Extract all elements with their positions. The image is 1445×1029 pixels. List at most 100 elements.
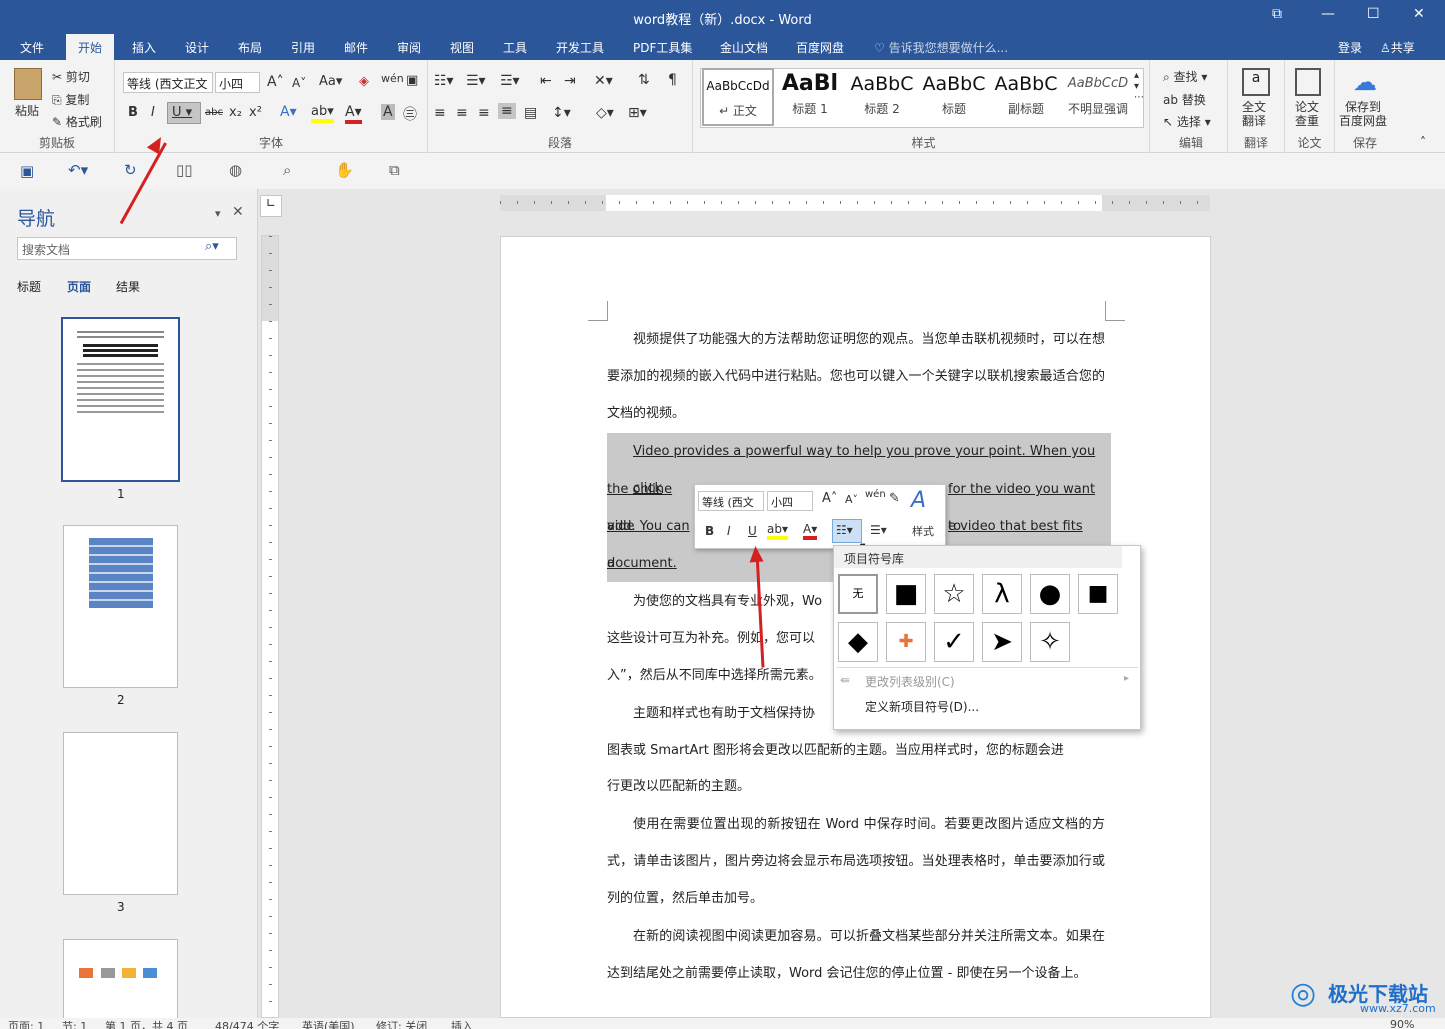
status-insert-mode[interactable]: 插入 [451,1018,473,1029]
paragraph-1[interactable]: 视频提供了功能强大的方法帮助您证明您的观点。当您单击联机视频时，可以在想要添加的… [607,321,1105,432]
undo-icon[interactable]: ↶▾ [68,161,88,179]
minimize-icon[interactable]: — [1321,6,1335,22]
redo-icon[interactable]: ↻ [124,161,137,179]
nav-search-icon[interactable]: ⌕▾ [205,239,219,254]
show-marks-icon[interactable]: ¶ [668,72,677,88]
tab-pdf[interactable]: PDF工具集 [633,39,692,56]
paste-button[interactable]: 粘贴 [15,102,39,119]
maximize-icon[interactable]: ☐ [1367,6,1380,22]
subscript-button[interactable]: x₂ [229,105,242,120]
translate-icon[interactable]: a [1242,68,1270,96]
nav-close-icon[interactable]: ✕ [232,204,244,220]
paragraph-5[interactable]: 使用在需要位置出现的新按钮在 Word 中保存时间。若要更改图片适应文档的方式，… [607,806,1105,917]
char-border-icon[interactable]: ▣ [406,73,418,88]
preview-icon[interactable]: ⌕ [283,161,291,179]
font-size-dropdown[interactable]: 小四 [215,72,260,93]
tab-developer[interactable]: 开发工具 [556,39,604,56]
multilevel-icon[interactable]: ☲▾ [500,73,520,89]
tab-file[interactable]: 文件 [20,39,44,56]
paragraph-3-line3[interactable]: 入”，然后从不同库中选择所需元素。 [607,657,832,694]
nav-tab-results[interactable]: 结果 [116,278,140,295]
mini-font-dropdown[interactable]: 等线 (西文 [698,491,764,511]
tab-review[interactable]: 审阅 [397,39,421,56]
status-language[interactable]: 英语(美国) [302,1018,355,1029]
numbering-icon[interactable]: ☰▾ [466,73,486,89]
status-page-of[interactable]: 第 1 页，共 4 页 [105,1018,188,1029]
save-icon[interactable]: ▣ [20,162,34,180]
tab-selector[interactable]: ∟ [260,195,282,217]
tab-layout[interactable]: 布局 [238,39,262,56]
styles-scroll-icon[interactable]: ▴ ▾ ⋯ [1134,70,1144,103]
shading-icon[interactable]: ◇▾ [596,105,614,121]
style-heading1[interactable]: AaBl 标题 1 [774,68,846,126]
strikethrough-button[interactable]: abc [205,107,223,118]
close-icon[interactable]: ✕ [1413,6,1425,22]
highlight-icon[interactable]: ab▾ [311,104,334,123]
share-button[interactable]: ♙共享 [1380,39,1415,56]
baidu-cloud-icon[interactable]: ☁ [1353,68,1381,96]
bullet-square-filled[interactable]: ■ [886,574,926,614]
sort-icon[interactable]: ⇅ [638,72,650,88]
line-spacing-icon[interactable]: ↕▾ [552,105,571,121]
nav-options-icon[interactable]: ▾ [215,207,221,220]
paper-check-button[interactable]: 论文 查重 [1295,100,1319,128]
tab-insert[interactable]: 插入 [132,39,156,56]
search-document-input[interactable]: 搜索文档 [17,237,237,260]
paragraph-4-line1[interactable]: 主题和样式也有助于文档保持协 [633,695,833,732]
mini-font-color-icon[interactable]: A▾ [803,522,818,540]
bold-button[interactable]: B [128,105,138,120]
style-heading2[interactable]: AaBbC 标题 2 [846,68,918,126]
bullet-diamond[interactable]: ◆ [838,622,878,662]
paragraph-4-line3[interactable]: 行更改以匹配新的主题。 [607,768,1105,805]
paste-icon[interactable] [14,68,42,100]
touch-icon[interactable]: ✋ [335,161,354,179]
justify-icon[interactable]: ≡ [498,103,516,119]
style-title[interactable]: AaBbC 标题 [918,68,990,126]
clear-format-icon[interactable]: ◈ [359,74,369,89]
paragraph-4-line2[interactable]: 图表或 SmartArt 图形将会更改以匹配新的主题。当应用样式时，您的标题会进 [607,732,1105,769]
underline-button[interactable]: U ▾ [167,102,201,124]
tell-me-input[interactable]: ♡ 告诉我您想要做什么... [874,39,1008,56]
bullet-circle[interactable]: ● [1030,574,1070,614]
page-thumbnail-1[interactable] [61,317,180,482]
login-button[interactable]: 登录 [1338,39,1362,56]
nav-tab-pages[interactable]: 页面 [67,278,91,295]
borders-icon[interactable]: ⊞▾ [628,105,647,121]
increase-indent-icon[interactable]: ⇥ [564,73,576,89]
superscript-button[interactable]: x² [249,105,262,120]
status-section[interactable]: 节: 1 [62,1018,87,1029]
align-center-icon[interactable]: ≡ [456,105,468,121]
tab-baidu[interactable]: 百度网盘 [796,39,844,56]
status-zoom[interactable]: 90% [1390,1018,1414,1029]
shrink-font-icon[interactable]: A˅ [292,76,306,90]
char-shading-icon[interactable]: A [381,104,395,120]
tab-mailings[interactable]: 邮件 [344,39,368,56]
web-icon[interactable]: ◍ [229,161,242,179]
cut-button[interactable]: ✂ 剪切 [52,68,90,85]
nav-tab-headings[interactable]: 标题 [17,278,41,295]
bullet-sparkle[interactable]: ✧ [1030,622,1070,662]
change-case-icon[interactable]: Aa▾ [319,74,342,89]
page-thumbnail-3[interactable] [63,732,178,895]
bullet-arrow[interactable]: ➤ [982,622,1022,662]
bullet-none[interactable]: 无 [838,574,878,614]
mini-bold-button[interactable]: B [705,524,714,538]
layout-icon[interactable]: ⧉ [389,161,400,179]
format-painter-button[interactable]: ✎ 格式刷 [52,113,102,130]
bullet-star[interactable]: ☆ [934,574,974,614]
distributed-icon[interactable]: ▤ [524,105,537,121]
mini-underline-button[interactable]: U [748,524,757,538]
paper-check-icon[interactable] [1295,68,1321,96]
mini-pinyin-icon[interactable]: wén [865,489,886,500]
mini-numbering-button[interactable]: ☰▾ [870,523,887,537]
style-subtle-emphasis[interactable]: AaBbCcD 不明显强调 [1062,68,1134,126]
font-color-icon[interactable]: A▾ [345,104,362,124]
style-subtitle[interactable]: AaBbC 副标题 [990,68,1062,126]
paragraph-6[interactable]: 在新的阅读视图中阅读更加容易。可以折叠文档某些部分并关注所需文本。如果在达到结尾… [607,918,1105,1018]
bullet-square-small[interactable]: ■ [1078,574,1118,614]
save-baidu-button[interactable]: 保存到 百度网盘 [1339,100,1387,128]
status-track-changes[interactable]: 修订: 关闭 [376,1018,427,1029]
ribbon-display-icon[interactable]: ⧉ [1272,6,1282,22]
tab-view[interactable]: 视图 [450,39,474,56]
mini-format-painter-icon[interactable]: ✎ [889,491,900,506]
